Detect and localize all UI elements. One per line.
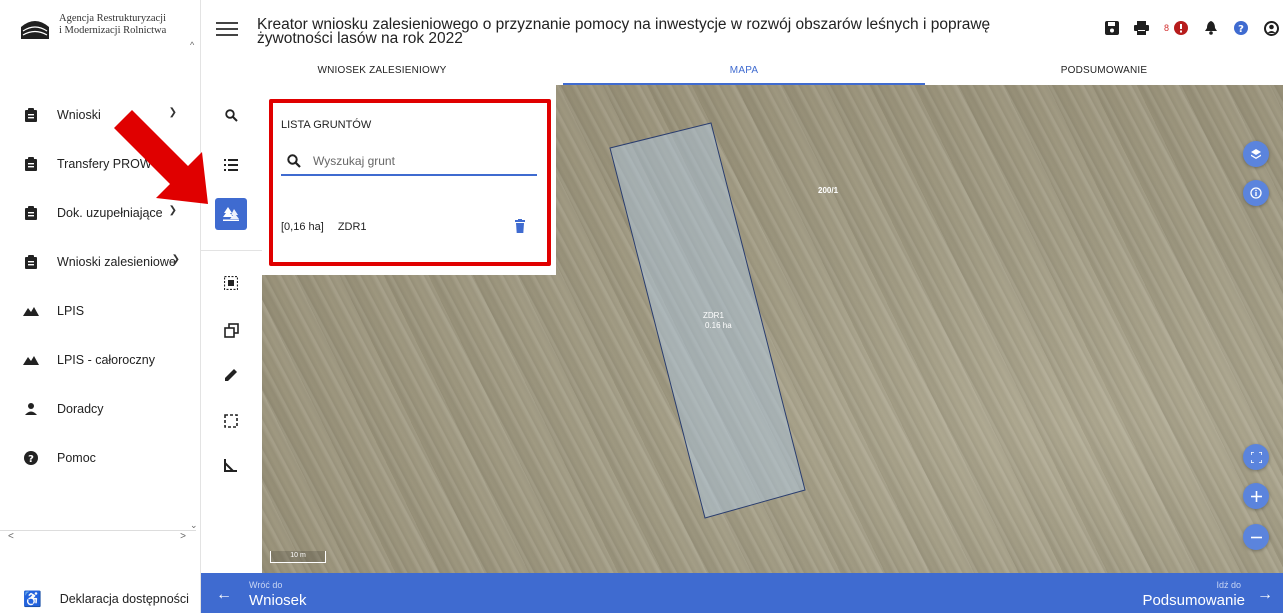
landscape-icon: [23, 303, 39, 319]
tab-mapa[interactable]: MAPA: [563, 55, 925, 85]
copy-icon: [223, 322, 239, 338]
rail-divider: [201, 250, 262, 251]
sidebar-item-label: Pomoc: [57, 450, 96, 465]
tab-bar: WNIOSEK ZALESIENIOWY MAPA PODSUMOWANIE: [201, 55, 1283, 85]
layers-icon: [1251, 149, 1261, 159]
back-button[interactable]: Wniosek: [249, 592, 307, 609]
fullscreen-button[interactable]: [1243, 444, 1269, 470]
red-pointer-arrow-icon: [114, 110, 208, 204]
minus-icon: [1250, 536, 1262, 538]
next-caption: Idź do: [1216, 580, 1241, 590]
svg-text:?: ?: [1238, 24, 1244, 35]
sidebar: Agencja Restrukturyzacji i Modernizacji …: [0, 0, 201, 613]
forest-icon: [223, 207, 239, 221]
info-icon: [1250, 187, 1262, 199]
sidebar-item-label: Wnioski: [57, 107, 101, 122]
copy-tool-button[interactable]: [215, 314, 247, 346]
save-icon[interactable]: [1104, 20, 1120, 36]
bell-icon[interactable]: [1203, 20, 1219, 36]
sidebar-scroll-up-icon[interactable]: ^: [190, 40, 194, 50]
tab-wniosek-zalesieniowy[interactable]: WNIOSEK ZALESIENIOWY: [201, 55, 563, 85]
sidebar-item-lpis[interactable]: LPIS: [0, 286, 196, 335]
zoom-in-button[interactable]: [1243, 483, 1269, 509]
arrow-right-icon[interactable]: →: [1257, 586, 1273, 604]
measure-angle-icon: [224, 458, 237, 472]
edit-tool-button[interactable]: [215, 358, 247, 390]
sidebar-item-label: Deklaracja dostępności: [59, 592, 189, 606]
header-toolbar: 8 ?: [1104, 20, 1279, 36]
page-title: Kreator wniosku zalesieniowego o przyzna…: [257, 16, 991, 47]
scroll-right-icon[interactable]: >: [180, 531, 186, 542]
plot-area-label: 0.16 ha: [705, 321, 732, 330]
plus-icon: [1250, 490, 1262, 502]
agency-logo[interactable]: Agencja Restrukturyzacji i Modernizacji …: [19, 13, 166, 41]
back-caption: Wróć do: [249, 580, 283, 590]
logo-mark: [19, 13, 51, 41]
sidebar-item-lpis-caloroczny[interactable]: LPIS - całoroczny: [0, 335, 196, 384]
parcel-label: 200/1: [818, 186, 839, 195]
sidebar-item-wnioski-zalesieniowe[interactable]: Wnioski zalesieniowe ❯: [0, 237, 196, 286]
search-icon: [224, 108, 238, 122]
plot-name-label: ZDR1: [703, 311, 724, 320]
sidebar-horizontal-scrollbar[interactable]: < >: [0, 530, 196, 544]
layers-button[interactable]: [1243, 141, 1269, 167]
rectangle-tool-button[interactable]: [215, 405, 247, 437]
sidebar-item-doradcy[interactable]: Doradcy: [0, 384, 196, 433]
logo-line2: i Modernizacji Rolnictwa: [59, 25, 167, 36]
info-button[interactable]: [1243, 180, 1269, 206]
zoom-out-button[interactable]: [1243, 524, 1269, 550]
user-account-icon[interactable]: [1263, 20, 1279, 36]
clipboard-icon: [23, 205, 39, 221]
wizard-footer: ← Wróć do Wniosek Idź do Podsumowanie →: [201, 573, 1283, 613]
red-highlight-frame: [269, 99, 551, 266]
rectangle-select-icon: [224, 414, 238, 428]
select-area-icon: [224, 276, 238, 290]
accessibility-icon: ♿: [23, 591, 42, 608]
landscape-icon: [23, 352, 39, 368]
sidebar-item-label: LPIS: [57, 303, 85, 318]
next-button[interactable]: Podsumowanie: [1142, 592, 1245, 609]
select-area-tool-button[interactable]: [215, 267, 247, 299]
sidebar-item-label: LPIS - całoroczny: [57, 352, 155, 367]
clipboard-icon: [23, 107, 39, 123]
sidebar-item-label: Wnioski zalesieniowe: [57, 254, 176, 269]
help-icon: ?: [23, 450, 39, 466]
print-icon[interactable]: [1134, 20, 1150, 36]
chevron-down-icon: ❯: [171, 254, 180, 265]
tab-podsumowanie[interactable]: PODSUMOWANIE: [925, 55, 1283, 85]
sidebar-item-deklaracja-dostepnosci[interactable]: ♿ Deklaracja dostępności: [0, 585, 196, 613]
svg-text:?: ?: [28, 454, 34, 465]
list-icon: [224, 159, 238, 171]
notification-count: 8: [1163, 23, 1169, 33]
measure-tool-button[interactable]: [215, 449, 247, 481]
sidebar-item-pomoc[interactable]: ? Pomoc: [0, 433, 196, 482]
clipboard-icon: [23, 156, 39, 172]
pencil-icon: [224, 368, 237, 381]
hamburger-menu-icon[interactable]: [216, 22, 238, 38]
fullscreen-icon: [1250, 451, 1262, 463]
person-icon: [23, 401, 39, 417]
help-circle-icon[interactable]: ?: [1233, 20, 1249, 36]
scroll-left-icon[interactable]: <: [8, 531, 14, 542]
clipboard-icon: [23, 254, 39, 270]
sidebar-item-label: Doradcy: [57, 401, 104, 416]
logo-line1: Agencja Restrukturyzacji: [59, 13, 166, 24]
arrow-left-icon[interactable]: ←: [216, 586, 232, 604]
alert-icon[interactable]: [1173, 20, 1189, 36]
map-scale: 10 m: [270, 551, 326, 563]
